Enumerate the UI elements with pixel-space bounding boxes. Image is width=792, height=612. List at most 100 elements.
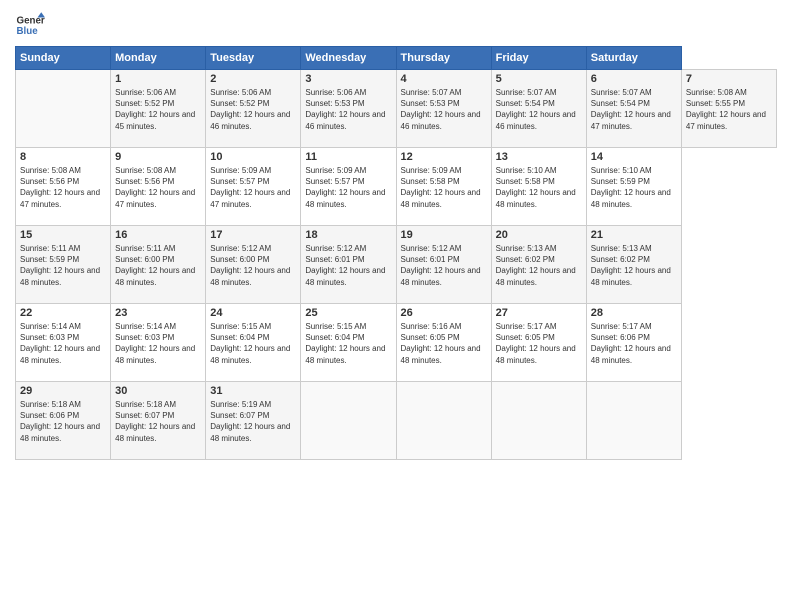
calendar-cell: 17 Sunrise: 5:12 AMSunset: 6:00 PMDaylig… [206,226,301,304]
calendar-cell: 7 Sunrise: 5:08 AMSunset: 5:55 PMDayligh… [681,70,776,148]
day-info: Sunrise: 5:18 AMSunset: 6:07 PMDaylight:… [115,400,195,443]
calendar-cell: 14 Sunrise: 5:10 AMSunset: 5:59 PMDaylig… [586,148,681,226]
col-header-friday: Friday [491,47,586,70]
calendar-cell: 3 Sunrise: 5:06 AMSunset: 5:53 PMDayligh… [301,70,396,148]
day-number: 16 [115,229,201,241]
logo-icon: General Blue [15,10,45,40]
calendar-cell: 2 Sunrise: 5:06 AMSunset: 5:52 PMDayligh… [206,70,301,148]
day-number: 22 [20,307,106,319]
col-header-saturday: Saturday [586,47,681,70]
day-info: Sunrise: 5:11 AMSunset: 6:00 PMDaylight:… [115,244,195,287]
day-info: Sunrise: 5:15 AMSunset: 6:04 PMDaylight:… [305,322,385,365]
svg-text:Blue: Blue [17,26,39,37]
day-info: Sunrise: 5:13 AMSunset: 6:02 PMDaylight:… [591,244,671,287]
calendar-cell: 9 Sunrise: 5:08 AMSunset: 5:56 PMDayligh… [111,148,206,226]
calendar-cell [586,382,681,460]
day-number: 15 [20,229,106,241]
day-info: Sunrise: 5:13 AMSunset: 6:02 PMDaylight:… [496,244,576,287]
day-number: 11 [305,151,391,163]
day-info: Sunrise: 5:12 AMSunset: 6:01 PMDaylight:… [305,244,385,287]
calendar-cell: 16 Sunrise: 5:11 AMSunset: 6:00 PMDaylig… [111,226,206,304]
day-info: Sunrise: 5:06 AMSunset: 5:52 PMDaylight:… [115,88,195,131]
day-info: Sunrise: 5:09 AMSunset: 5:57 PMDaylight:… [305,166,385,209]
day-info: Sunrise: 5:14 AMSunset: 6:03 PMDaylight:… [20,322,100,365]
day-number: 10 [210,151,296,163]
day-number: 18 [305,229,391,241]
day-info: Sunrise: 5:12 AMSunset: 6:00 PMDaylight:… [210,244,290,287]
day-info: Sunrise: 5:15 AMSunset: 6:04 PMDaylight:… [210,322,290,365]
day-number: 31 [210,385,296,397]
day-number: 12 [401,151,487,163]
day-number: 21 [591,229,677,241]
calendar-cell: 29 Sunrise: 5:18 AMSunset: 6:06 PMDaylig… [16,382,111,460]
logo: General Blue [15,10,45,40]
calendar-cell: 27 Sunrise: 5:17 AMSunset: 6:05 PMDaylig… [491,304,586,382]
day-number: 7 [686,73,772,85]
header: General Blue [15,10,777,40]
calendar-cell [491,382,586,460]
week-row-4: 22 Sunrise: 5:14 AMSunset: 6:03 PMDaylig… [16,304,777,382]
calendar-cell: 8 Sunrise: 5:08 AMSunset: 5:56 PMDayligh… [16,148,111,226]
day-number: 17 [210,229,296,241]
day-number: 2 [210,73,296,85]
col-header-wednesday: Wednesday [301,47,396,70]
day-number: 26 [401,307,487,319]
day-info: Sunrise: 5:07 AMSunset: 5:53 PMDaylight:… [401,88,481,131]
day-number: 5 [496,73,582,85]
calendar-cell: 30 Sunrise: 5:18 AMSunset: 6:07 PMDaylig… [111,382,206,460]
day-number: 25 [305,307,391,319]
day-number: 13 [496,151,582,163]
col-header-sunday: Sunday [16,47,111,70]
day-info: Sunrise: 5:17 AMSunset: 6:05 PMDaylight:… [496,322,576,365]
calendar-table: SundayMondayTuesdayWednesdayThursdayFrid… [15,46,777,460]
day-info: Sunrise: 5:10 AMSunset: 5:59 PMDaylight:… [591,166,671,209]
day-number: 6 [591,73,677,85]
week-row-5: 29 Sunrise: 5:18 AMSunset: 6:06 PMDaylig… [16,382,777,460]
calendar-cell: 4 Sunrise: 5:07 AMSunset: 5:53 PMDayligh… [396,70,491,148]
calendar-cell: 25 Sunrise: 5:15 AMSunset: 6:04 PMDaylig… [301,304,396,382]
day-info: Sunrise: 5:09 AMSunset: 5:58 PMDaylight:… [401,166,481,209]
day-number: 3 [305,73,391,85]
week-row-3: 15 Sunrise: 5:11 AMSunset: 5:59 PMDaylig… [16,226,777,304]
col-header-monday: Monday [111,47,206,70]
day-info: Sunrise: 5:07 AMSunset: 5:54 PMDaylight:… [591,88,671,131]
day-number: 19 [401,229,487,241]
calendar-cell: 10 Sunrise: 5:09 AMSunset: 5:57 PMDaylig… [206,148,301,226]
week-row-1: 1 Sunrise: 5:06 AMSunset: 5:52 PMDayligh… [16,70,777,148]
day-number: 14 [591,151,677,163]
day-number: 4 [401,73,487,85]
day-info: Sunrise: 5:18 AMSunset: 6:06 PMDaylight:… [20,400,100,443]
day-info: Sunrise: 5:06 AMSunset: 5:52 PMDaylight:… [210,88,290,131]
day-number: 8 [20,151,106,163]
day-info: Sunrise: 5:17 AMSunset: 6:06 PMDaylight:… [591,322,671,365]
calendar-cell: 26 Sunrise: 5:16 AMSunset: 6:05 PMDaylig… [396,304,491,382]
day-info: Sunrise: 5:10 AMSunset: 5:58 PMDaylight:… [496,166,576,209]
day-number: 30 [115,385,201,397]
day-info: Sunrise: 5:08 AMSunset: 5:55 PMDaylight:… [686,88,766,131]
calendar-cell: 6 Sunrise: 5:07 AMSunset: 5:54 PMDayligh… [586,70,681,148]
calendar-cell: 1 Sunrise: 5:06 AMSunset: 5:52 PMDayligh… [111,70,206,148]
calendar-cell: 21 Sunrise: 5:13 AMSunset: 6:02 PMDaylig… [586,226,681,304]
day-info: Sunrise: 5:19 AMSunset: 6:07 PMDaylight:… [210,400,290,443]
day-number: 29 [20,385,106,397]
calendar-cell: 31 Sunrise: 5:19 AMSunset: 6:07 PMDaylig… [206,382,301,460]
day-info: Sunrise: 5:14 AMSunset: 6:03 PMDaylight:… [115,322,195,365]
calendar-cell [396,382,491,460]
day-number: 9 [115,151,201,163]
calendar-cell: 5 Sunrise: 5:07 AMSunset: 5:54 PMDayligh… [491,70,586,148]
calendar-cell: 13 Sunrise: 5:10 AMSunset: 5:58 PMDaylig… [491,148,586,226]
calendar-cell: 22 Sunrise: 5:14 AMSunset: 6:03 PMDaylig… [16,304,111,382]
day-info: Sunrise: 5:09 AMSunset: 5:57 PMDaylight:… [210,166,290,209]
main-container: General Blue SundayMondayTuesdayWednesda… [0,0,792,465]
day-info: Sunrise: 5:08 AMSunset: 5:56 PMDaylight:… [115,166,195,209]
day-info: Sunrise: 5:06 AMSunset: 5:53 PMDaylight:… [305,88,385,131]
day-info: Sunrise: 5:11 AMSunset: 5:59 PMDaylight:… [20,244,100,287]
calendar-cell: 23 Sunrise: 5:14 AMSunset: 6:03 PMDaylig… [111,304,206,382]
calendar-cell: 18 Sunrise: 5:12 AMSunset: 6:01 PMDaylig… [301,226,396,304]
week-row-2: 8 Sunrise: 5:08 AMSunset: 5:56 PMDayligh… [16,148,777,226]
day-info: Sunrise: 5:07 AMSunset: 5:54 PMDaylight:… [496,88,576,131]
day-info: Sunrise: 5:08 AMSunset: 5:56 PMDaylight:… [20,166,100,209]
day-number: 28 [591,307,677,319]
calendar-cell: 28 Sunrise: 5:17 AMSunset: 6:06 PMDaylig… [586,304,681,382]
calendar-cell: 24 Sunrise: 5:15 AMSunset: 6:04 PMDaylig… [206,304,301,382]
